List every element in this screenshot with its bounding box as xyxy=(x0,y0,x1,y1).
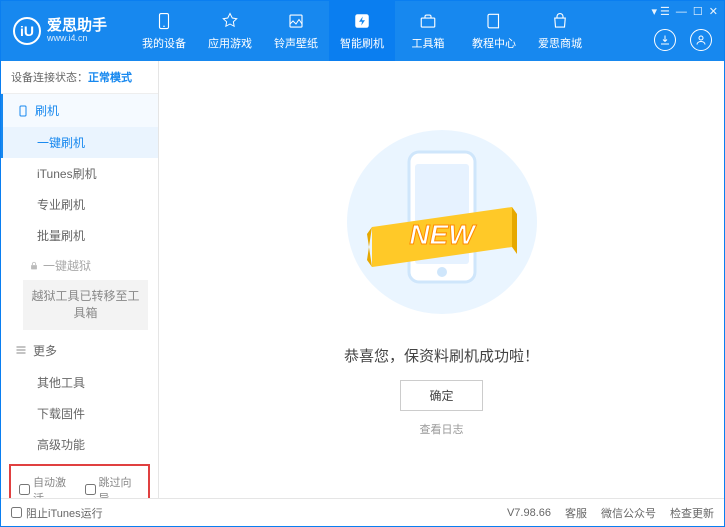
connection-status: 设备连接状态：正常模式 xyxy=(1,61,158,94)
title-bar: iU 爱思助手 www.i4.cn 我的设备 应用游戏 铃声壁纸 智能刷机 xyxy=(1,1,724,61)
nav-label: 教程中心 xyxy=(472,35,516,51)
nav-label: 应用游戏 xyxy=(208,35,252,51)
block-itunes-checkbox[interactable]: 阻止iTunes运行 xyxy=(11,505,103,521)
maximize-icon[interactable]: ☐ xyxy=(693,5,703,18)
store-icon xyxy=(550,11,570,31)
close-icon[interactable]: ✕ xyxy=(709,5,718,18)
logo: iU 爱思助手 www.i4.cn xyxy=(1,17,119,45)
sidebar-item-jailbreak: 一键越狱 xyxy=(1,251,158,276)
nav-ringtones[interactable]: 铃声壁纸 xyxy=(263,1,329,61)
sidebar-item-download-firmware[interactable]: 下载固件 xyxy=(1,398,158,429)
sidebar: 设备连接状态：正常模式 刷机 一键刷机 iTunes刷机 专业刷机 批量刷机 一… xyxy=(1,61,159,498)
book-icon xyxy=(484,11,504,31)
top-nav: 我的设备 应用游戏 铃声壁纸 智能刷机 工具箱 教程中心 xyxy=(131,1,593,61)
nav-label: 工具箱 xyxy=(412,35,445,51)
sidebar-section-more[interactable]: 更多 xyxy=(1,334,158,367)
lock-icon xyxy=(29,261,39,271)
jailbreak-note[interactable]: 越狱工具已转移至工具箱 xyxy=(23,280,148,330)
nav-toolbox[interactable]: 工具箱 xyxy=(395,1,461,61)
status-bar: 阻止iTunes运行 V7.98.66 客服 微信公众号 检查更新 xyxy=(1,498,724,526)
flash-icon xyxy=(352,11,372,31)
support-link[interactable]: 客服 xyxy=(565,505,587,521)
phone-icon xyxy=(154,11,174,31)
apps-icon xyxy=(220,11,240,31)
window-controls: ▾ ☰ — ☐ ✕ xyxy=(651,5,718,18)
success-illustration: NEW xyxy=(337,122,547,327)
sidebar-item-other-tools[interactable]: 其他工具 xyxy=(1,367,158,398)
main-content: NEW 恭喜您，保资料刷机成功啦！ 确定 查看日志 xyxy=(159,61,724,498)
section-label: 更多 xyxy=(33,342,57,359)
ok-button[interactable]: 确定 xyxy=(400,380,482,411)
success-message: 恭喜您，保资料刷机成功啦！ xyxy=(344,345,539,366)
menu-icon[interactable]: ▾ ☰ xyxy=(651,5,669,18)
toolbox-icon xyxy=(418,11,438,31)
wallpaper-icon xyxy=(286,11,306,31)
sidebar-item-pro-flash[interactable]: 专业刷机 xyxy=(1,189,158,220)
nav-store[interactable]: 爱思商城 xyxy=(527,1,593,61)
svg-text:NEW: NEW xyxy=(409,219,477,250)
sidebar-item-batch-flash[interactable]: 批量刷机 xyxy=(1,220,158,251)
user-icon[interactable] xyxy=(690,29,712,51)
nav-label: 爱思商城 xyxy=(538,35,582,51)
sidebar-section-flash[interactable]: 刷机 xyxy=(1,94,158,127)
section-label: 刷机 xyxy=(35,102,59,119)
check-update-link[interactable]: 检查更新 xyxy=(670,505,714,521)
skip-setup-checkbox[interactable]: 跳过向导 xyxy=(85,474,141,498)
nav-my-device[interactable]: 我的设备 xyxy=(131,1,197,61)
download-icon[interactable] xyxy=(654,29,676,51)
version-label: V7.98.66 xyxy=(507,507,551,519)
nav-label: 铃声壁纸 xyxy=(274,35,318,51)
minimize-icon[interactable]: — xyxy=(676,6,687,18)
nav-tutorials[interactable]: 教程中心 xyxy=(461,1,527,61)
nav-flash[interactable]: 智能刷机 xyxy=(329,1,395,61)
options-highlighted: 自动激活 跳过向导 xyxy=(9,464,150,498)
logo-icon: iU xyxy=(13,17,41,45)
sidebar-item-oneclick-flash[interactable]: 一键刷机 xyxy=(1,127,158,158)
brand-name: 爱思助手 xyxy=(47,18,107,35)
phone-icon xyxy=(17,105,29,117)
sidebar-item-itunes-flash[interactable]: iTunes刷机 xyxy=(1,158,158,189)
sidebar-item-advanced[interactable]: 高级功能 xyxy=(1,429,158,460)
auto-activate-checkbox[interactable]: 自动激活 xyxy=(19,474,75,498)
nav-label: 智能刷机 xyxy=(340,35,384,51)
nav-apps[interactable]: 应用游戏 xyxy=(197,1,263,61)
brand-url: www.i4.cn xyxy=(47,34,107,44)
nav-label: 我的设备 xyxy=(142,35,186,51)
view-log-link[interactable]: 查看日志 xyxy=(420,421,464,437)
menu-icon xyxy=(15,344,27,356)
wechat-link[interactable]: 微信公众号 xyxy=(601,505,656,521)
